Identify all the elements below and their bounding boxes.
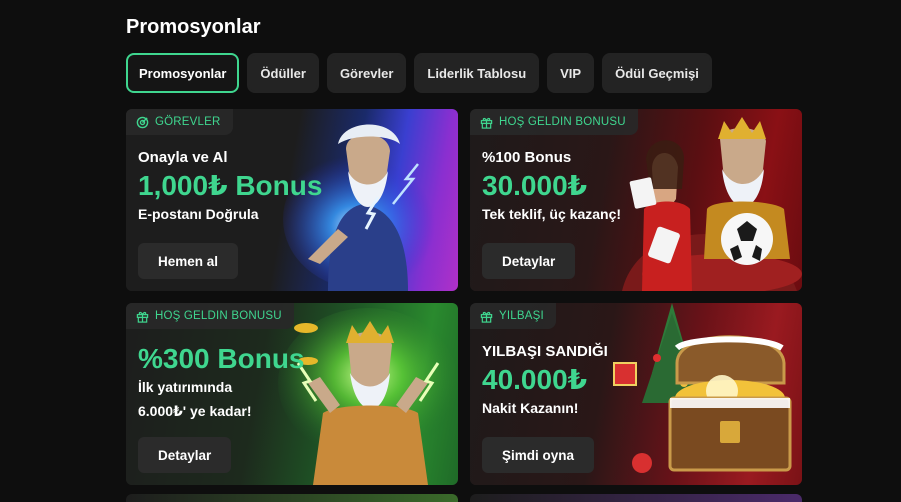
badge: YILBAŞI: [470, 303, 556, 329]
detaylar-button[interactable]: Detaylar: [138, 437, 232, 473]
promo-card-email-verify[interactable]: GÖREVLER Onayla ve Al 1,000₺ Bonus E-pos…: [126, 109, 458, 291]
card-description: Tek teklif, üç kazanç!: [482, 206, 622, 222]
badge-label: HOŞ GELDIN BONUSU: [499, 116, 626, 128]
promo-card-new-year-chest[interactable]: YILBAŞI YILBAŞI SANDIĞI 40.000₺ Nakit Ka…: [470, 303, 802, 485]
card-description: E-postanı Doğrula: [138, 206, 259, 222]
badge-label: HOŞ GELDIN BONUSU: [155, 310, 282, 322]
badge: GÖREVLER: [126, 109, 233, 135]
detaylar-button[interactable]: Detaylar: [482, 243, 576, 279]
next-card-peek: [126, 494, 458, 502]
promo-tabs: Promosyonlar Ödüller Görevler Liderlik T…: [126, 53, 712, 93]
promotions-page: Promosyonlar Promosyonlar Ödüller Görevl…: [126, 0, 802, 502]
card-description: Nakit Kazanın!: [482, 400, 579, 416]
hemen-al-button[interactable]: Hemen al: [138, 243, 239, 279]
badge-label: YILBAŞI: [499, 310, 544, 322]
card-description-line2: 6.000₺' ye kadar!: [138, 403, 252, 419]
zeus-casino-illustration: [622, 117, 802, 291]
card-text: Onayla ve Al 1,000₺ Bonus E-postanı Doğr…: [138, 148, 322, 224]
badge: HOŞ GELDIN BONUSU: [126, 303, 294, 329]
tab-promosyonlar[interactable]: Promosyonlar: [126, 53, 240, 93]
tab-liderlik-tablosu[interactable]: Liderlik Tablosu: [414, 53, 540, 93]
gift-icon: [136, 311, 149, 323]
card-amount: 1,000₺ Bonus: [138, 170, 323, 201]
card-amount: 40.000₺: [482, 364, 588, 395]
treasure-chest-illustration: [613, 303, 792, 473]
tab-vip[interactable]: VIP: [547, 53, 595, 93]
card-text: YILBAŞI SANDIĞI 40.000₺ Nakit Kazanın!: [482, 342, 608, 418]
card-subtitle: Onayla ve Al: [138, 149, 228, 166]
gift-icon: [480, 117, 493, 129]
promo-card-welcome-100[interactable]: HOŞ GELDIN BONUSU %100 Bonus 30.000₺ Tek…: [470, 109, 802, 291]
card-subtitle: YILBAŞI SANDIĞI: [482, 343, 608, 360]
tab-gorevler[interactable]: Görevler: [326, 53, 407, 93]
promo-card-welcome-300[interactable]: HOŞ GELDIN BONUSU %300 Bonus İlk yatırım…: [126, 303, 458, 485]
card-amount: %300 Bonus: [138, 343, 305, 374]
tab-odul-gecmisi[interactable]: Ödül Geçmişi: [602, 53, 712, 93]
badge: HOŞ GELDIN BONUSU: [470, 109, 638, 135]
card-description-line1: İlk yatırımında: [138, 379, 233, 395]
page-title: Promosyonlar: [126, 16, 261, 38]
tab-oduller[interactable]: Ödüller: [247, 53, 319, 93]
next-card-peek: [470, 494, 802, 502]
card-text: %300 Bonus İlk yatırımında 6.000₺' ye ka…: [138, 341, 305, 421]
badge-label: GÖREVLER: [155, 116, 221, 128]
card-text: %100 Bonus 30.000₺ Tek teklif, üç kazanç…: [482, 148, 621, 224]
target-icon: [136, 116, 149, 128]
card-subtitle: %100 Bonus: [482, 149, 572, 166]
card-amount: 30.000₺: [482, 170, 588, 201]
simdi-oyna-button[interactable]: Şimdi oyna: [482, 437, 595, 473]
gift-icon: [480, 311, 493, 323]
